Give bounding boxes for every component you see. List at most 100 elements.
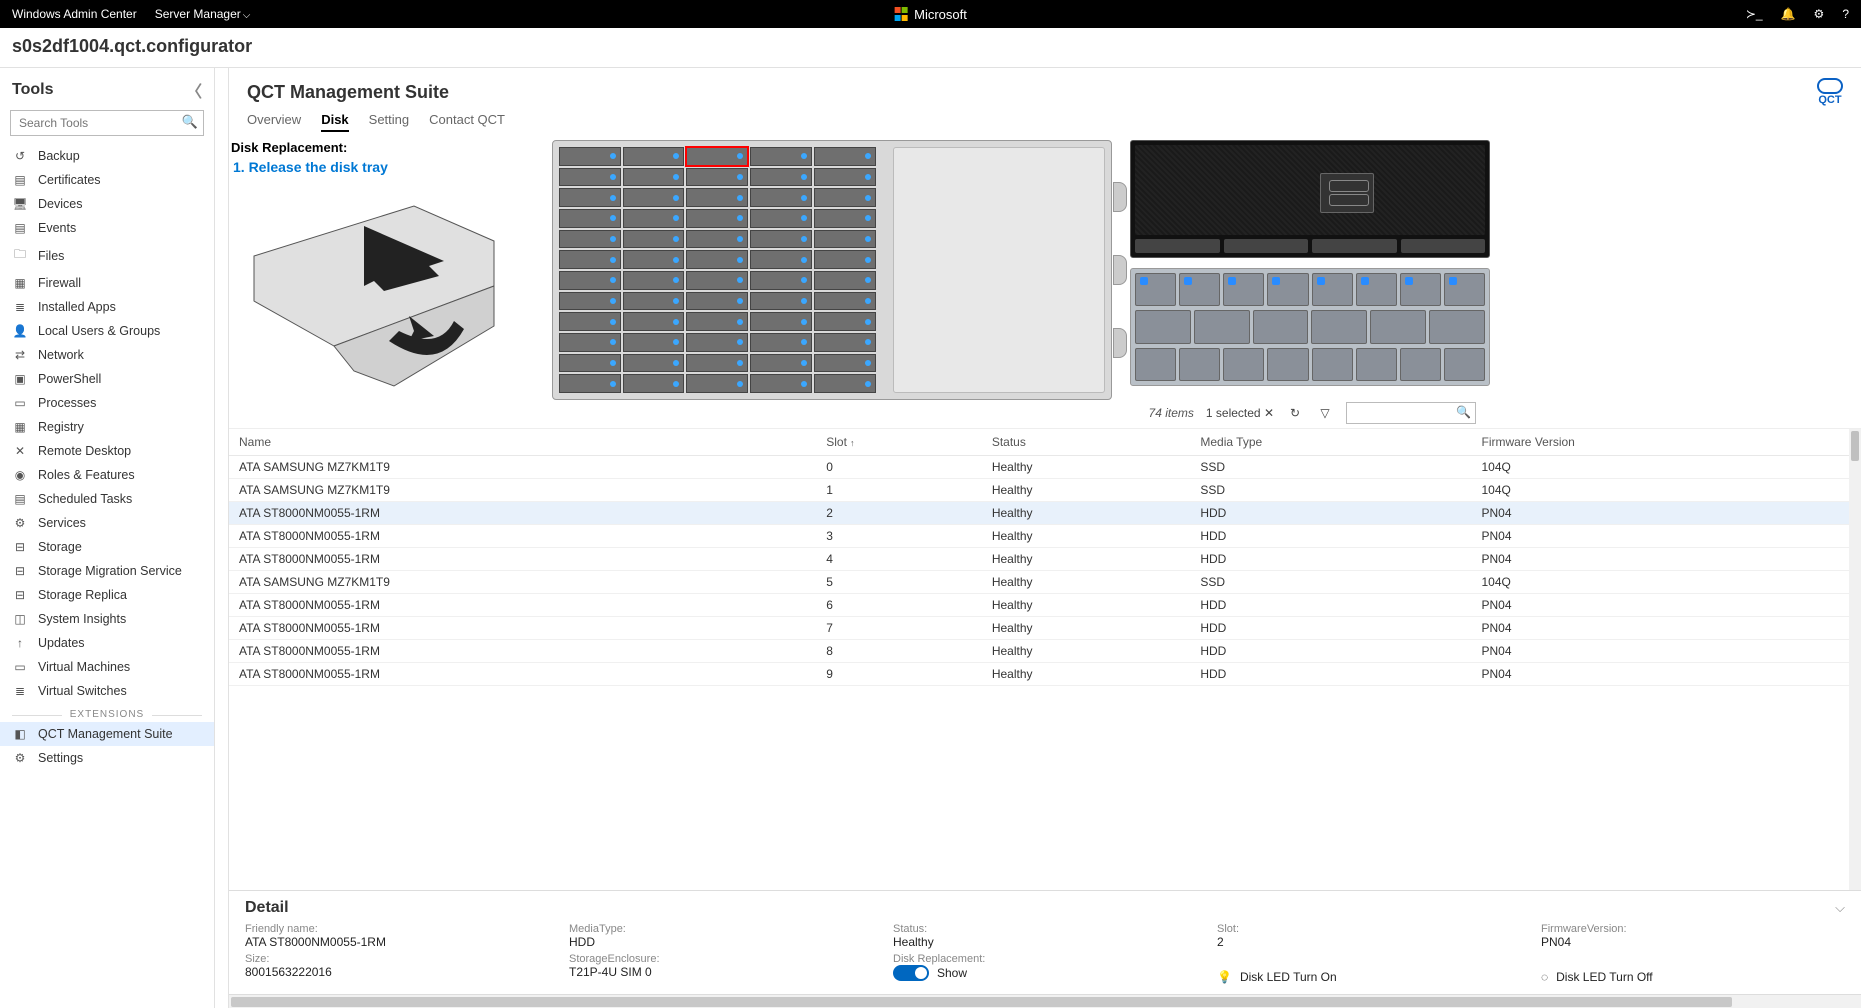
sidebar-item-roles-features[interactable]: ◉Roles & Features xyxy=(0,463,214,487)
drive-bay[interactable] xyxy=(750,209,812,228)
sidebar-item-network[interactable]: ⇄Network xyxy=(0,343,214,367)
drive-bay[interactable] xyxy=(559,230,621,249)
sidebar-item-system-insights[interactable]: ◫System Insights xyxy=(0,607,214,631)
drive-bay[interactable] xyxy=(750,292,812,311)
sidebar-item-settings[interactable]: ⚙Settings xyxy=(0,746,214,770)
drive-bay[interactable] xyxy=(559,333,621,352)
disk-led-on-button[interactable]: 💡Disk LED Turn On xyxy=(1217,970,1521,984)
sidebar-item-powershell[interactable]: ▣PowerShell xyxy=(0,367,214,391)
sidebar-item-virtual-machines[interactable]: ▭Virtual Machines xyxy=(0,655,214,679)
sidebar-item-storage[interactable]: ⊟Storage xyxy=(0,535,214,559)
notifications-icon[interactable]: 🔔 xyxy=(1781,7,1796,21)
table-row[interactable]: ATA ST8000NM0055-1RM9HealthyHDDPN04 xyxy=(229,663,1861,686)
drive-bay[interactable] xyxy=(750,312,812,331)
sidebar-item-storage-replica[interactable]: ⊟Storage Replica xyxy=(0,583,214,607)
drive-bay[interactable] xyxy=(559,147,621,166)
table-row[interactable]: ATA ST8000NM0055-1RM7HealthyHDDPN04 xyxy=(229,617,1861,640)
sidebar-item-scheduled-tasks[interactable]: ▤Scheduled Tasks xyxy=(0,487,214,511)
collapse-sidebar-icon[interactable]: 〈 xyxy=(186,78,202,102)
sidebar-item-services[interactable]: ⚙Services xyxy=(0,511,214,535)
drive-bay[interactable] xyxy=(623,168,685,187)
console-icon[interactable]: ≻_ xyxy=(1746,7,1763,21)
table-row[interactable]: ATA ST8000NM0055-1RM8HealthyHDDPN04 xyxy=(229,640,1861,663)
drive-bay[interactable] xyxy=(559,354,621,373)
drive-bay[interactable] xyxy=(814,250,876,269)
drive-bay[interactable] xyxy=(623,188,685,207)
table-row[interactable]: ATA ST8000NM0055-1RM3HealthyHDDPN04 xyxy=(229,525,1861,548)
drive-bay[interactable] xyxy=(559,188,621,207)
drive-bay[interactable] xyxy=(814,188,876,207)
drive-bay[interactable] xyxy=(814,168,876,187)
drive-bay[interactable] xyxy=(686,168,748,187)
drive-bay[interactable] xyxy=(814,354,876,373)
drive-bay[interactable] xyxy=(686,292,748,311)
sidebar-item-qct-management-suite[interactable]: ◧QCT Management Suite xyxy=(0,722,214,746)
sidebar-item-files[interactable]: 🗀Files xyxy=(0,240,214,271)
sidebar-item-certificates[interactable]: ▤Certificates xyxy=(0,168,214,192)
table-row[interactable]: ATA SAMSUNG MZ7KM1T90HealthySSD104Q xyxy=(229,456,1861,479)
drive-bay[interactable] xyxy=(559,312,621,331)
drive-bay[interactable] xyxy=(686,147,748,166)
sidebar-splitter[interactable] xyxy=(215,68,229,1008)
table-row[interactable]: ATA SAMSUNG MZ7KM1T95HealthySSD104Q xyxy=(229,571,1861,594)
drive-bay[interactable] xyxy=(750,250,812,269)
clear-selection-icon[interactable]: ✕ xyxy=(1264,406,1274,420)
sidebar-item-local-users-groups[interactable]: 👤Local Users & Groups xyxy=(0,319,214,343)
drive-bay[interactable] xyxy=(623,354,685,373)
tab-disk[interactable]: Disk xyxy=(321,112,348,132)
drive-bay[interactable] xyxy=(686,333,748,352)
disk-replacement-toggle[interactable]: Show xyxy=(893,965,967,981)
server-rear-view[interactable] xyxy=(1130,268,1490,386)
drive-bay[interactable] xyxy=(559,271,621,290)
drive-bay[interactable] xyxy=(559,168,621,187)
column-header-status[interactable]: Status xyxy=(982,429,1191,456)
drive-bay[interactable] xyxy=(623,147,685,166)
drive-bay[interactable] xyxy=(750,168,812,187)
disk-led-off-button[interactable]: ◌Disk LED Turn Off xyxy=(1541,970,1845,984)
drive-bay[interactable] xyxy=(686,209,748,228)
drive-bay[interactable] xyxy=(686,354,748,373)
tab-overview[interactable]: Overview xyxy=(247,112,301,132)
drive-bay[interactable] xyxy=(559,374,621,393)
refresh-icon[interactable]: ↻ xyxy=(1286,404,1304,422)
drive-bay[interactable] xyxy=(559,292,621,311)
tab-setting[interactable]: Setting xyxy=(369,112,409,132)
table-row[interactable]: ATA ST8000NM0055-1RM2HealthyHDDPN04 xyxy=(229,502,1861,525)
search-icon[interactable]: 🔍 xyxy=(182,114,198,130)
drive-bay[interactable] xyxy=(750,333,812,352)
drive-bay[interactable] xyxy=(623,271,685,290)
server-front-view[interactable] xyxy=(1130,140,1490,258)
help-icon[interactable]: ? xyxy=(1842,7,1849,21)
column-header-firmware-version[interactable]: Firmware Version xyxy=(1471,429,1861,456)
filter-icon[interactable]: ▽ xyxy=(1316,404,1334,422)
sidebar-item-storage-migration-service[interactable]: ⊟Storage Migration Service xyxy=(0,559,214,583)
drive-bay[interactable] xyxy=(750,271,812,290)
drive-bay[interactable] xyxy=(686,188,748,207)
drive-bay-enclosure-top[interactable] xyxy=(552,140,1112,400)
drive-bay[interactable] xyxy=(686,312,748,331)
horizontal-scrollbar[interactable] xyxy=(229,994,1861,1008)
column-header-name[interactable]: Name xyxy=(229,429,816,456)
drive-bay[interactable] xyxy=(623,292,685,311)
drive-bay[interactable] xyxy=(559,209,621,228)
table-row[interactable]: ATA ST8000NM0055-1RM6HealthyHDDPN04 xyxy=(229,594,1861,617)
drive-bay[interactable] xyxy=(814,312,876,331)
drive-bay[interactable] xyxy=(623,374,685,393)
sidebar-item-devices[interactable]: 🖥Devices xyxy=(0,192,214,216)
toggle-switch-icon[interactable] xyxy=(893,965,929,981)
vertical-scrollbar[interactable] xyxy=(1849,429,1861,890)
drive-bay[interactable] xyxy=(750,147,812,166)
drive-bay[interactable] xyxy=(750,354,812,373)
sidebar-item-virtual-switches[interactable]: ≣Virtual Switches xyxy=(0,679,214,703)
drive-bay[interactable] xyxy=(686,271,748,290)
settings-gear-icon[interactable]: ⚙ xyxy=(1814,7,1825,21)
table-row[interactable]: ATA SAMSUNG MZ7KM1T91HealthySSD104Q xyxy=(229,479,1861,502)
drive-bay[interactable] xyxy=(623,250,685,269)
sidebar-item-registry[interactable]: ▦Registry xyxy=(0,415,214,439)
search-icon[interactable]: 🔍 xyxy=(1456,405,1471,419)
drive-bay[interactable] xyxy=(750,188,812,207)
sidebar-item-updates[interactable]: ↑Updates xyxy=(0,631,214,655)
drive-bay[interactable] xyxy=(623,230,685,249)
drive-bay[interactable] xyxy=(686,250,748,269)
drive-bay[interactable] xyxy=(686,374,748,393)
